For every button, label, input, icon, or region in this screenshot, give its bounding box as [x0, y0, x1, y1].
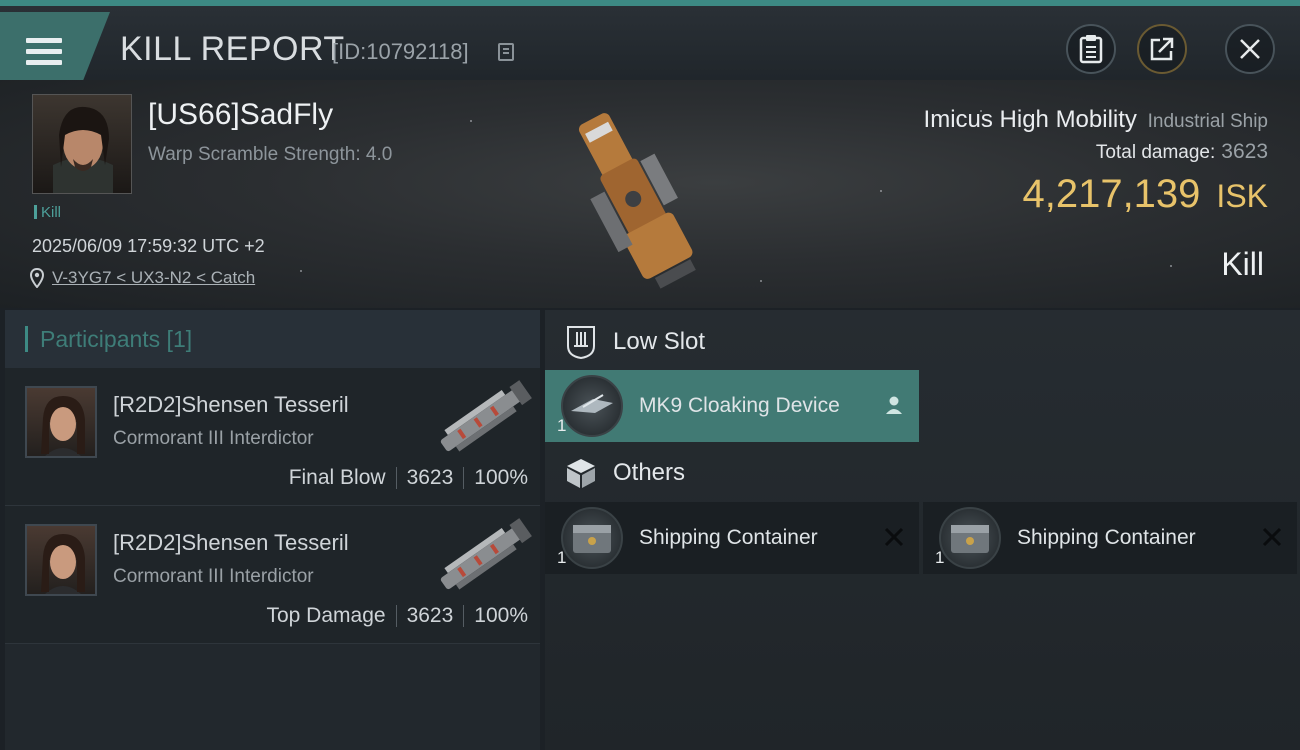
location-pin-icon [30, 268, 44, 288]
isk-value: 4,217,139 ISK [1022, 172, 1268, 217]
isk-unit: ISK [1216, 178, 1268, 214]
total-damage: Total damage: 3623 [1096, 140, 1268, 164]
cloaking-device-icon [561, 375, 623, 437]
kill-tag: Kill [34, 204, 61, 221]
participant-avatar[interactable] [25, 386, 97, 458]
participant-percent: 100% [474, 604, 528, 627]
report-id: [ID:10792118] [332, 39, 469, 64]
ship-name: Imicus High Mobility [923, 106, 1137, 133]
module-quantity: 1 [557, 416, 567, 435]
participant-stats: Final Blow 3623 100% [289, 466, 528, 490]
participant-row[interactable]: [R2D2]Shensen Tesseril Cormorant III Int… [5, 368, 540, 506]
participant-avatar[interactable] [25, 524, 97, 596]
participant-damage: 3623 [406, 604, 454, 627]
ship-class: Industrial Ship [1147, 111, 1268, 132]
participant-row[interactable]: [R2D2]Shensen Tesseril Cormorant III Int… [5, 506, 540, 644]
close-button[interactable] [1225, 24, 1275, 74]
pilot-icon [886, 396, 902, 414]
participant-ship: Cormorant III Interdictor [113, 428, 314, 449]
participant-ship-image [440, 380, 532, 452]
victim-ship-image [578, 113, 696, 289]
kill-location[interactable]: V-3YG7 < UX3-N2 < Catch [30, 268, 255, 288]
module-item[interactable]: 1 Shipping Container [545, 502, 919, 574]
others-title: Others [613, 459, 686, 486]
victim-name[interactable]: [US66]SadFly [148, 98, 333, 132]
module-name: MK9 Cloaking Device [639, 394, 840, 417]
module-name: Shipping Container [1017, 526, 1196, 549]
participant-name: [R2D2]Shensen Tesseril [113, 392, 349, 417]
location-link[interactable]: V-3YG7 < UX3-N2 < Catch [52, 268, 255, 288]
participant-ship: Cormorant III Interdictor [113, 566, 314, 587]
destroyed-icon [1262, 527, 1282, 547]
module-quantity: 1 [935, 548, 945, 567]
warp-scramble-strength: Warp Scramble Strength: 4.0 [148, 144, 393, 165]
others-header: Others [545, 443, 685, 503]
participant-stats: Top Damage 3623 100% [266, 604, 528, 628]
close-icon [1240, 39, 1260, 59]
low-slot-icon [567, 326, 595, 360]
kill-datetime: 2025/06/09 17:59:32 UTC +2 [32, 236, 265, 256]
victim-summary: [US66]SadFly Warp Scramble Strength: 4.0… [0, 80, 1300, 308]
participants-panel: Participants [1] [R2D2]Shensen Tesseril … [5, 310, 540, 750]
module-quantity: 1 [557, 548, 567, 567]
module-item[interactable]: 1 MK9 Cloaking Device [545, 370, 919, 442]
shipping-container-icon [939, 507, 1001, 569]
share-button[interactable] [1137, 24, 1187, 74]
hamburger-icon [26, 38, 62, 66]
low-slot-title: Low Slot [613, 328, 706, 355]
destroyed-icon [884, 527, 904, 547]
participant-role: Final Blow [288, 466, 386, 489]
box-icon [567, 459, 595, 488]
outcome-label: Kill [1221, 246, 1264, 282]
victim-avatar[interactable] [32, 94, 132, 194]
share-icon [1150, 37, 1174, 61]
header-bar: KILL REPORT [ID:10792118] [0, 0, 1300, 82]
clipboard-icon [1079, 35, 1103, 64]
participants-header: Participants [1] [5, 310, 540, 368]
participant-ship-image [440, 518, 532, 590]
low-slot-header: Low Slot [545, 312, 705, 372]
total-damage-label: Total damage: [1095, 142, 1216, 163]
participant-percent: 100% [474, 466, 528, 489]
menu-button[interactable] [0, 12, 110, 82]
module-name: Shipping Container [639, 526, 818, 549]
page-title: KILL REPORT [120, 30, 345, 68]
participant-name: [R2D2]Shensen Tesseril [113, 530, 349, 555]
total-damage-value: 3623 [1221, 140, 1268, 163]
module-item[interactable]: 1 Shipping Container [923, 502, 1297, 574]
victim-ship[interactable]: Imicus High Mobility Industrial Ship [924, 106, 1268, 134]
copy-icon[interactable] [498, 43, 514, 61]
participants-title: Participants [1] [40, 325, 193, 352]
shipping-container-icon [561, 507, 623, 569]
participant-role: Top Damage [266, 604, 386, 627]
fitting-panel: Low Slot 1 MK9 Cloaking Device Others 1 … [545, 310, 1300, 750]
participant-damage: 3623 [406, 466, 454, 489]
clipboard-button[interactable] [1066, 24, 1116, 74]
isk-amount: 4,217,139 [1022, 172, 1201, 216]
